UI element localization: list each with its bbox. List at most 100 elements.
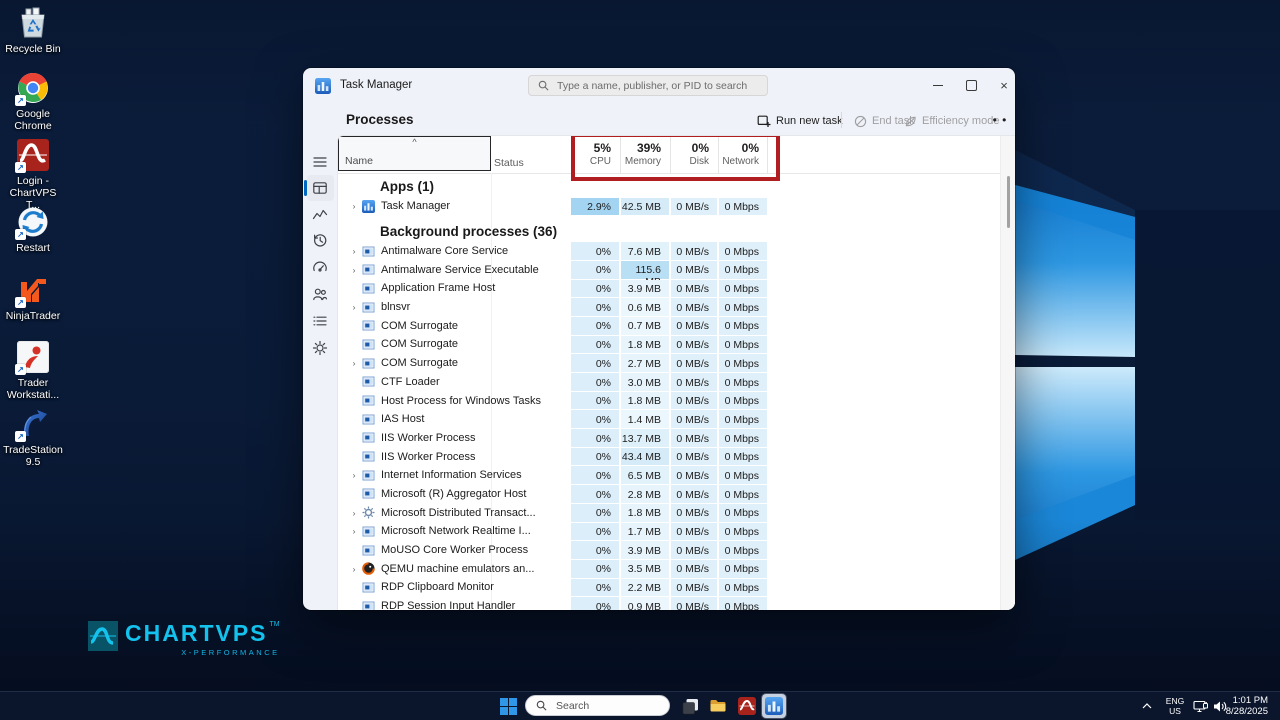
task-view-button[interactable]: [678, 694, 702, 718]
network-cell: 0 Mbps: [719, 373, 767, 391]
table-row[interactable]: ›blnsvr0%0.6 MB0 MB/s0 Mbps: [338, 298, 1001, 317]
sidebar-item-menu[interactable]: [312, 154, 328, 170]
taskbar-search-input[interactable]: [554, 699, 658, 713]
desktop-icon-ninjatrader[interactable]: ↗NinjaTrader: [2, 273, 64, 322]
sidebar-item-app-history[interactable]: [312, 232, 328, 248]
scrollbar-thumb[interactable]: [1007, 176, 1010, 228]
desktop-icon-tradestation[interactable]: ↗TradeStation9.5: [2, 407, 64, 468]
network-cell: 0 Mbps: [719, 485, 767, 503]
table-row[interactable]: ›Internet Information Services0%6.5 MB0 …: [338, 466, 1001, 485]
memory-cell: 1.7 MB: [621, 523, 669, 541]
tray-chevron-button[interactable]: [1138, 694, 1156, 718]
table-row[interactable]: Application Frame Host0%3.9 MB0 MB/s0 Mb…: [338, 279, 1001, 298]
expander-chevron-icon[interactable]: ›: [348, 508, 360, 518]
column-header-network[interactable]: 0%Network: [719, 136, 767, 173]
table-row[interactable]: COM Surrogate0%1.8 MB0 MB/s0 Mbps: [338, 335, 1001, 354]
search-icon: [538, 80, 549, 91]
run-new-task-button[interactable]: Run new task: [757, 110, 843, 132]
disk-cell: 0 MB/s: [671, 373, 717, 391]
efficiency-mode-button[interactable]: Efficiency mode: [904, 110, 999, 132]
desktop-icon-login-chartvps[interactable]: ↗Login -ChartVPS T...: [2, 138, 64, 211]
table-row[interactable]: ›Antimalware Core Service0%7.6 MB0 MB/s0…: [338, 242, 1001, 261]
process-name-cell: ›Microsoft Network Realtime I...: [338, 522, 571, 541]
sidebar-item-users[interactable]: [312, 286, 328, 302]
table-row[interactable]: Host Process for Windows Tasks0%1.8 MB0 …: [338, 391, 1001, 410]
memory-cell: 43.4 MB: [621, 448, 669, 466]
expander-chevron-icon[interactable]: ›: [348, 246, 360, 256]
taskbar-search-box[interactable]: [525, 695, 670, 716]
table-header: ^ Name Status 5%CPU39%Memory0%Disk0%Netw…: [338, 136, 1015, 174]
sidebar-item-services[interactable]: [312, 340, 328, 356]
expander-chevron-icon[interactable]: ›: [348, 470, 360, 480]
task-view-icon: [682, 698, 699, 715]
process-name-cell: IAS Host: [338, 410, 571, 429]
table-row[interactable]: IIS Worker Process0%43.4 MB0 MB/s0 Mbps: [338, 447, 1001, 466]
process-icon: [362, 506, 375, 519]
column-header-cpu[interactable]: 5%CPU: [571, 136, 619, 173]
table-row[interactable]: COM Surrogate0%0.7 MB0 MB/s0 Mbps: [338, 316, 1001, 335]
process-name: IIS Worker Process: [381, 451, 476, 463]
column-header-name[interactable]: ^ Name: [338, 136, 491, 171]
memory-cell: 1.8 MB: [621, 504, 669, 522]
desktop-icon-restart[interactable]: ↗Restart: [2, 205, 64, 254]
expander-chevron-icon[interactable]: ›: [348, 564, 360, 574]
desktop-icon-trader-workstation[interactable]: ↗TraderWorkstati...: [2, 340, 64, 401]
disk-cell: 0 MB/s: [671, 485, 717, 503]
expander-chevron-icon[interactable]: ›: [348, 302, 360, 312]
titlebar[interactable]: Task Manager ×: [303, 68, 1015, 104]
expander-chevron-icon[interactable]: ›: [348, 201, 360, 211]
table-row[interactable]: ›COM Surrogate0%2.7 MB0 MB/s0 Mbps: [338, 354, 1001, 373]
sidebar-item-details[interactable]: [312, 313, 328, 329]
more-options-button[interactable]: • • •: [989, 110, 1011, 132]
process-name-cell: ›Antimalware Service Executable: [338, 260, 571, 279]
clock[interactable]: 1:01 PM 8/28/2025: [1226, 695, 1268, 717]
start-button[interactable]: [496, 694, 520, 718]
group-header[interactable]: Background processes (36): [338, 216, 1001, 242]
expander-chevron-icon[interactable]: ›: [348, 265, 360, 275]
table-row[interactable]: ›Task Manager2.9%42.5 MB0 MB/s0 Mbps: [338, 197, 1001, 216]
table-row[interactable]: IIS Worker Process0%13.7 MB0 MB/s0 Mbps: [338, 429, 1001, 448]
table-row[interactable]: ›Microsoft Distributed Transact...0%1.8 …: [338, 503, 1001, 522]
shortcut-arrow-icon: ↗: [15, 95, 26, 106]
column-header-memory[interactable]: 39%Memory: [621, 136, 669, 173]
table-row[interactable]: ›Antimalware Service Executable0%115.6 M…: [338, 260, 1001, 279]
brand-tm: TM: [270, 621, 280, 628]
sidebar-item-performance[interactable]: [312, 206, 328, 222]
table-row[interactable]: Microsoft (R) Aggregator Host0%2.8 MB0 M…: [338, 485, 1001, 504]
sidebar-item-processes[interactable]: [312, 180, 328, 196]
close-button[interactable]: ×: [987, 68, 1015, 102]
end-task-icon: [854, 115, 867, 128]
table-row[interactable]: ›QEMU machine emulators an...0%3.5 MB0 M…: [338, 559, 1001, 578]
expander-chevron-icon[interactable]: ›: [348, 358, 360, 368]
disk-cell: 0 MB/s: [671, 298, 717, 316]
minimize-button[interactable]: [921, 68, 955, 102]
process-name: Microsoft (R) Aggregator Host: [381, 488, 527, 500]
column-header-status[interactable]: Status: [494, 157, 524, 169]
network-tray-button[interactable]: [1190, 694, 1210, 718]
task-manager-taskbar-button[interactable]: [762, 694, 786, 718]
language-indicator[interactable]: ENGUS: [1163, 697, 1187, 716]
sidebar-item-startup-apps[interactable]: [312, 259, 328, 275]
table-row[interactable]: MoUSO Core Worker Process0%3.9 MB0 MB/s0…: [338, 541, 1001, 560]
column-header-disk[interactable]: 0%Disk: [671, 136, 717, 173]
expander-chevron-icon[interactable]: ›: [348, 526, 360, 536]
scrollbar-track[interactable]: [1000, 136, 1015, 610]
process-search-box[interactable]: [528, 75, 768, 96]
desktop-icon-label: TraderWorkstati...: [2, 377, 64, 401]
network-icon: [1193, 700, 1208, 713]
process-search-input[interactable]: [555, 79, 759, 93]
table-row[interactable]: CTF Loader0%3.0 MB0 MB/s0 Mbps: [338, 373, 1001, 392]
chartvps-app-button[interactable]: [735, 694, 759, 718]
table-row[interactable]: ›Microsoft Network Realtime I...0%1.7 MB…: [338, 522, 1001, 541]
file-explorer-button[interactable]: [706, 694, 730, 718]
group-header[interactable]: Apps (1): [338, 173, 1001, 197]
table-row[interactable]: RDP Clipboard Monitor0%2.2 MB0 MB/s0 Mbp…: [338, 578, 1001, 597]
desktop-icon-label: Recycle Bin: [2, 43, 64, 55]
cpu-cell: 0%: [571, 392, 619, 410]
table-row[interactable]: IAS Host0%1.4 MB0 MB/s0 Mbps: [338, 410, 1001, 429]
table-row[interactable]: RDP Session Input Handler0%0.9 MB0 MB/s0…: [338, 597, 1001, 610]
process-icon: [362, 245, 375, 258]
desktop-icon-google-chrome[interactable]: ↗GoogleChrome: [2, 71, 64, 132]
maximize-button[interactable]: [954, 68, 988, 102]
desktop-icon-recycle-bin[interactable]: Recycle Bin: [2, 6, 64, 55]
